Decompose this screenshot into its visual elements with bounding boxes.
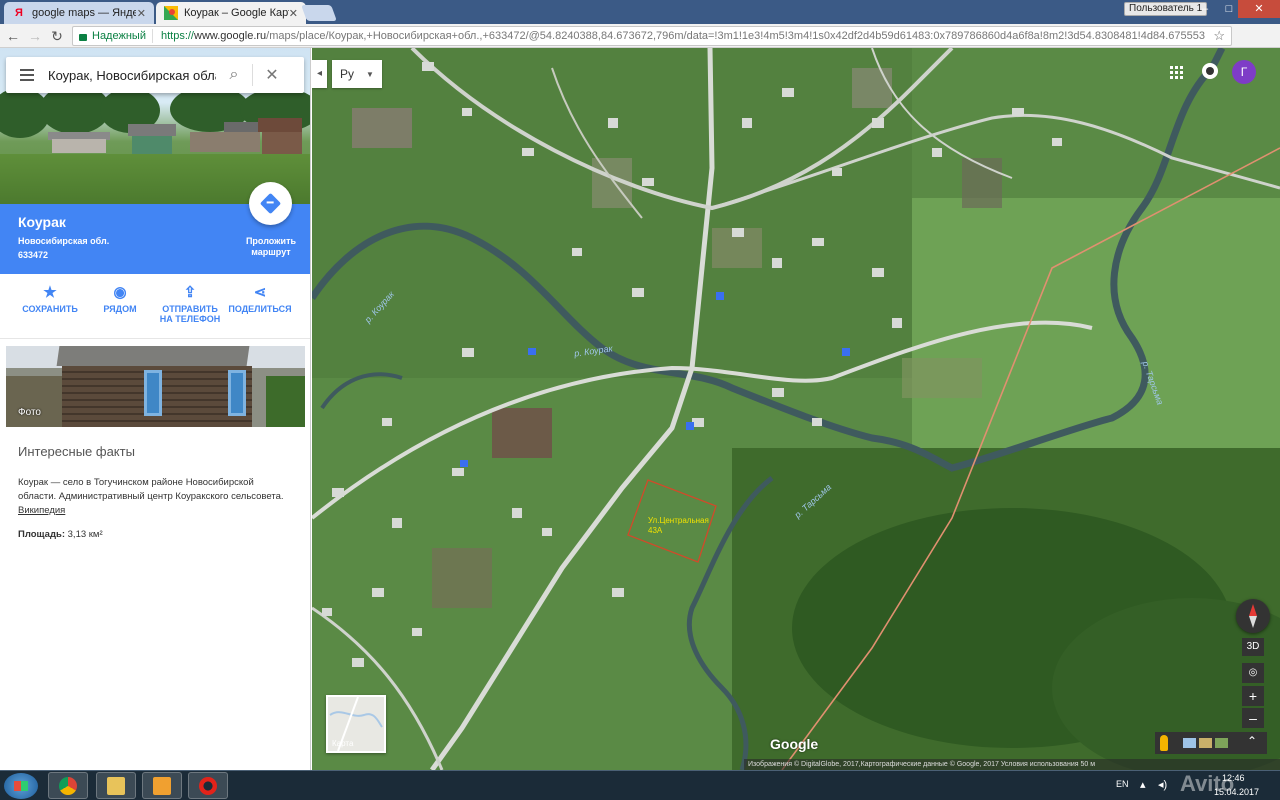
apps-grid-icon[interactable] [1170, 66, 1183, 79]
back-button[interactable]: ← [4, 27, 22, 45]
pegman-icon[interactable] [1160, 735, 1168, 751]
place-region: Новосибирская обл. [18, 236, 110, 246]
chrome-icon [59, 777, 77, 795]
directions-button[interactable] [249, 182, 292, 225]
directions-icon [259, 192, 282, 215]
facts-heading: Интересные факты [18, 444, 135, 459]
save-button[interactable]: ★ СОХРАНИТЬ [15, 282, 85, 314]
folder-icon [107, 777, 125, 795]
minimize-button[interactable]: – [1192, 0, 1218, 18]
imagery-thumb[interactable] [1199, 738, 1212, 748]
zoom-out-button[interactable]: – [1242, 708, 1264, 728]
security-indicator[interactable]: Надежный [73, 29, 153, 43]
language-value: Ру [340, 67, 355, 81]
explorer-taskbar-button[interactable] [96, 772, 136, 799]
minimap-label: Карта [332, 739, 354, 748]
url-text[interactable]: https://www.google.ru/maps/place/Коурак,… [153, 30, 1205, 42]
wikipedia-link[interactable]: Википедия [18, 505, 65, 516]
tilt-3d-button[interactable]: 3D [1242, 638, 1264, 656]
search-input[interactable]: Коурак, Новосибирская област [48, 68, 216, 83]
place-title: Коурак [18, 214, 66, 230]
nearby-button[interactable]: ◉ РЯДОМ [85, 282, 155, 314]
bookmark-star-icon[interactable]: ☆ [1213, 28, 1225, 44]
close-icon[interactable]: ✕ [289, 7, 298, 20]
area-value: 3,13 км² [67, 529, 103, 540]
street-view-strip: ⌃ [1155, 732, 1267, 754]
share-label: ПОДЕЛИТЬСЯ [228, 304, 292, 314]
place-panel: Коурак, Новосибирская област ⌕ ✕ Коурак … [0, 48, 311, 770]
close-window-button[interactable]: ✕ [1238, 0, 1280, 18]
browser-toolbar: ← → ↻ Надежный https://www.google.ru/map… [0, 24, 1280, 66]
language-select[interactable]: Ру ▼ [332, 60, 382, 88]
search-icon[interactable]: ⌕ [216, 66, 252, 84]
media-player-taskbar-button[interactable] [142, 772, 182, 799]
send-to-phone-button[interactable]: ⇪ ОТПРАВИТЬ НА ТЕЛЕФОН [155, 282, 225, 324]
send-to-phone-icon: ⇪ [183, 284, 197, 301]
clear-search-icon[interactable]: ✕ [253, 65, 291, 85]
search-box: Коурак, Новосибирская област ⌕ ✕ [6, 57, 304, 93]
volume-icon[interactable]: ◂) [1158, 778, 1167, 791]
imagery-thumb[interactable] [1183, 738, 1196, 748]
facts-text: Коурак — село в Тогучинском районе Новос… [18, 477, 284, 516]
compass-icon[interactable] [1236, 599, 1270, 633]
tray-up-arrow-icon[interactable]: ▴ [1140, 778, 1146, 791]
divider [0, 338, 310, 339]
action-bar: ★ СОХРАНИТЬ ◉ РЯДОМ ⇪ ОТПРАВИТЬ НА ТЕЛЕФ… [0, 282, 310, 338]
close-icon[interactable]: ✕ [137, 7, 146, 20]
language-indicator[interactable]: EN [1116, 779, 1129, 789]
opera-icon [199, 777, 217, 795]
maps-icon [164, 6, 178, 20]
tab-title: Коурак – Google Карты [184, 7, 289, 19]
photo-label: Фото [18, 407, 41, 418]
opera-taskbar-button[interactable] [188, 772, 228, 799]
my-location-button[interactable]: ◎ [1242, 663, 1264, 683]
avatar[interactable]: Г [1232, 60, 1256, 84]
tab-strip: Я google maps — Яндекс ✕ Коурак – Google… [0, 0, 1280, 24]
area-label: Площадь: [18, 529, 65, 540]
imagery-thumb[interactable] [1215, 738, 1228, 748]
tab-google-maps[interactable]: Коурак – Google Карты ✕ [156, 2, 306, 24]
chevron-down-icon: ▼ [366, 69, 374, 79]
start-button[interactable] [4, 773, 38, 799]
menu-icon[interactable] [6, 57, 48, 93]
lock-icon [79, 33, 87, 41]
star-icon: ★ [43, 284, 57, 301]
parcel-label: Ул.Центральная 43А [648, 516, 709, 535]
secure-label: Надежный [92, 30, 146, 42]
map-view-toggle[interactable]: Карта [326, 695, 386, 753]
map-attribution: Изображения © DigitalGlobe, 2017,Картогр… [744, 759, 1280, 770]
nearby-pin-icon: ◉ [113, 284, 127, 301]
send-to-phone-label: ОТПРАВИТЬ НА ТЕЛЕФОН [159, 304, 221, 324]
share-icon: ⋖ [253, 284, 267, 301]
expand-icon[interactable]: ⌃ [1247, 734, 1257, 748]
address-bar[interactable]: Надежный https://www.google.ru/maps/plac… [72, 26, 1232, 46]
google-logo: Google [770, 736, 819, 752]
collapse-panel-button[interactable]: ◂ [312, 60, 327, 88]
satellite-map[interactable]: ◂ Ру ▼ Г р. Коурак р. Коурак р. Тарсьма … [312, 48, 1280, 770]
area-row: Площадь: 3,13 км² [18, 529, 103, 540]
tab-title: google maps — Яндекс [32, 7, 136, 19]
notifications-icon[interactable] [1202, 63, 1218, 79]
new-tab-button[interactable] [301, 5, 337, 21]
media-player-icon [153, 777, 171, 795]
nearby-label: РЯДОМ [103, 304, 137, 314]
chrome-taskbar-button[interactable] [48, 772, 88, 799]
place-postal-code: 633472 [18, 250, 49, 260]
save-label: СОХРАНИТЬ [22, 304, 78, 314]
watermark: Avito [1180, 771, 1235, 796]
photo-thumbnail[interactable]: Фото [6, 346, 305, 427]
share-button[interactable]: ⋖ ПОДЕЛИТЬСЯ [225, 282, 295, 314]
taskbar: EN ▴ ◂) 12:46 15.04.2017 Avito [0, 770, 1280, 800]
map-imagery [312, 48, 1280, 770]
directions-label[interactable]: Проложить маршрут [236, 236, 306, 258]
reload-button[interactable]: ↻ [48, 27, 66, 45]
yandex-icon: Я [15, 7, 23, 19]
forward-button[interactable]: → [26, 27, 44, 45]
zoom-in-button[interactable]: + [1242, 686, 1264, 706]
tab-yandex[interactable]: Я google maps — Яндекс ✕ [4, 2, 154, 24]
